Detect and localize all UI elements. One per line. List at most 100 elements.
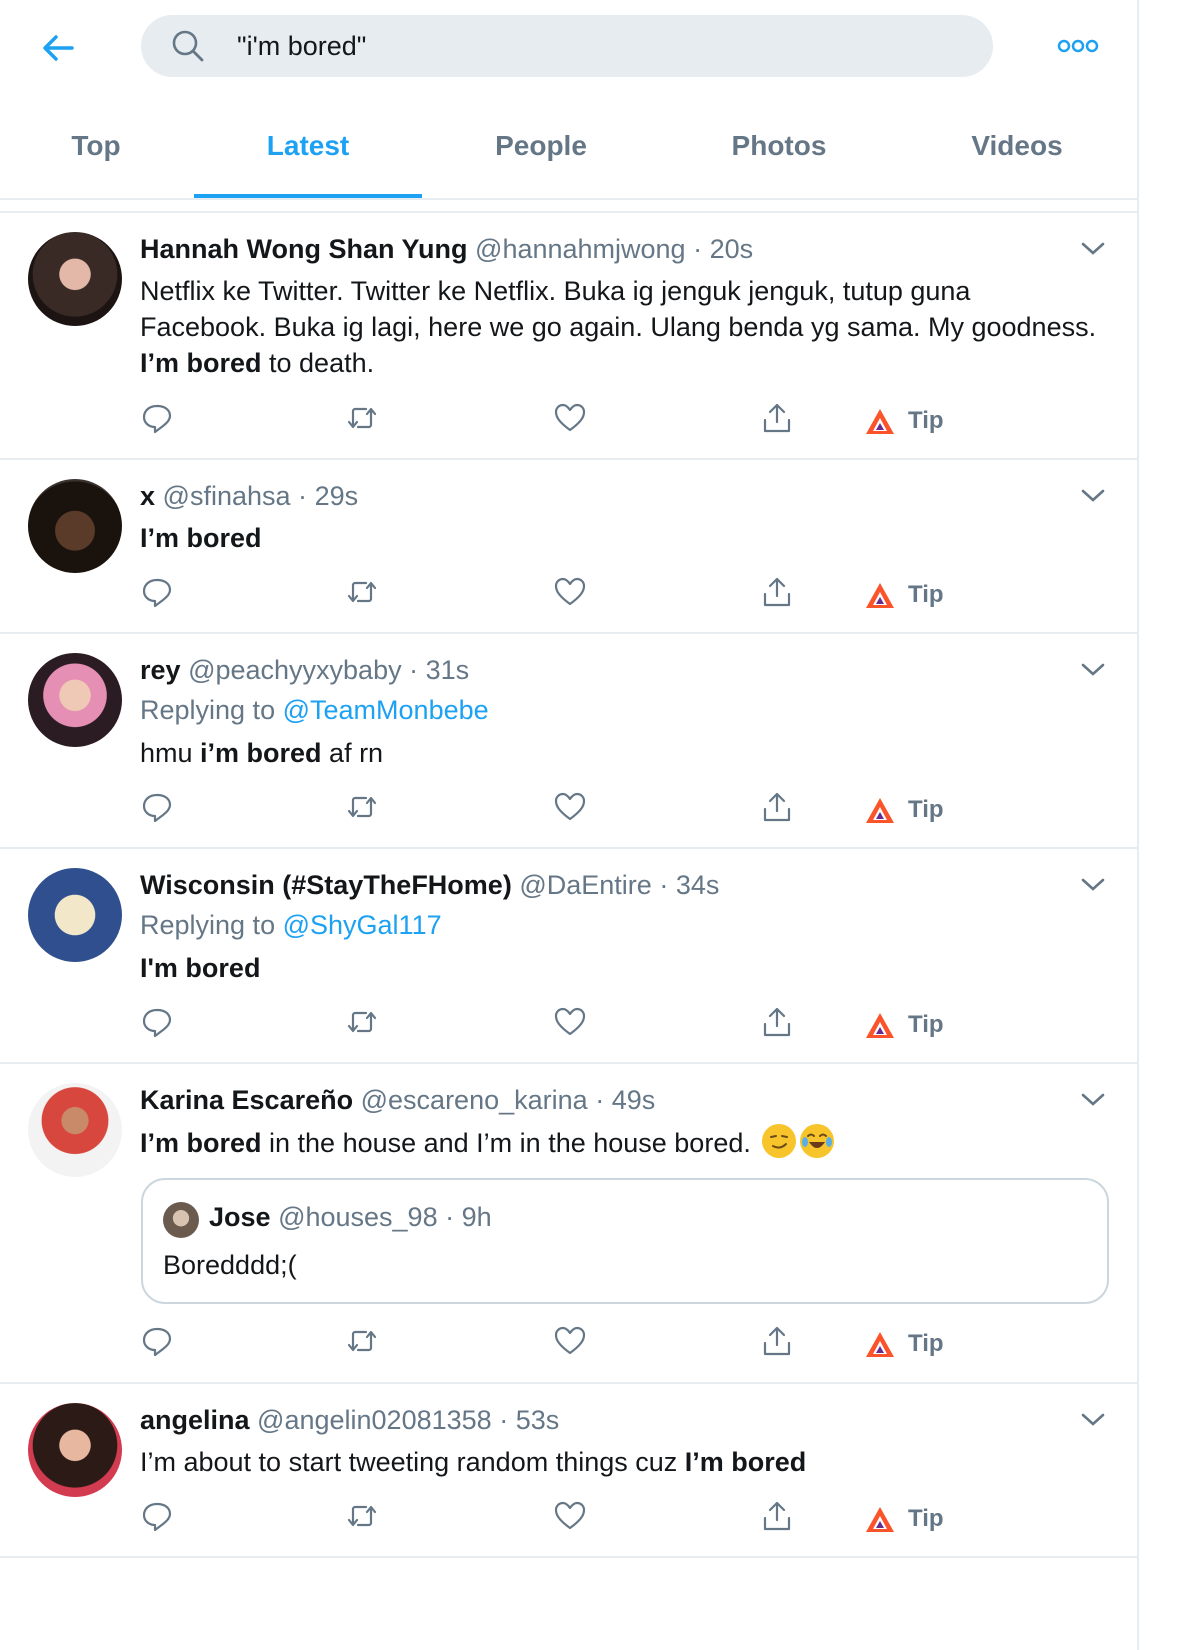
quoted-user-handle[interactable]: @houses_98 (278, 1202, 438, 1232)
tweet-text-line: I’m bored to death. (140, 345, 1096, 381)
tab-photos[interactable]: Photos (700, 92, 858, 198)
chevron-down-icon[interactable] (1080, 240, 1106, 258)
timestamp[interactable]: 31s (426, 655, 470, 685)
display-name[interactable]: angelina (140, 1405, 250, 1435)
chevron-down-icon[interactable] (1080, 487, 1106, 505)
reply-button[interactable] (140, 1499, 180, 1539)
retweet-icon (347, 1330, 377, 1352)
share-button[interactable] (760, 401, 800, 441)
share-button[interactable] (760, 790, 800, 830)
highlighted-term: I’m bored (140, 348, 262, 378)
heart-icon (554, 1501, 586, 1530)
user-handle[interactable]: @sfinahsa (163, 481, 291, 511)
search-box[interactable]: "i'm bored" (141, 15, 993, 77)
tweet-actions: Tip (0, 1499, 1137, 1539)
timestamp[interactable]: 34s (676, 870, 720, 900)
tweet[interactable]: Hannah Wong Shan Yung @hannahmjwong · 20… (0, 213, 1137, 460)
reply-button[interactable] (140, 790, 180, 830)
like-button[interactable] (553, 790, 593, 830)
tweet-text: Netflix ke Twitter. Twitter ke Netflix. … (140, 273, 1096, 381)
tip-triangle-icon (866, 798, 894, 823)
share-button[interactable] (760, 575, 800, 615)
tweet[interactable]: Wisconsin (#StayTheFHome) @DaEntire · 34… (0, 849, 1137, 1064)
reply-button[interactable] (140, 1324, 180, 1364)
reply-button[interactable] (140, 1005, 180, 1045)
avatar[interactable] (28, 1083, 122, 1177)
tweet[interactable]: Karina Escareño @escareno_karina · 49s I… (0, 1064, 1137, 1384)
highlighted-term: i’m bored (200, 738, 322, 768)
retweet-button[interactable] (345, 1499, 385, 1539)
avatar[interactable] (28, 868, 122, 962)
chevron-down-icon[interactable] (1080, 1411, 1106, 1429)
share-button[interactable] (760, 1324, 800, 1364)
user-handle[interactable]: @angelin02081358 (257, 1405, 492, 1435)
smirking-face-icon (770, 1135, 789, 1149)
chevron-down-icon[interactable] (1080, 1091, 1106, 1109)
retweet-button[interactable] (345, 790, 385, 830)
heart-icon (554, 577, 586, 606)
tab-latest[interactable]: Latest (194, 92, 422, 198)
user-handle[interactable]: @hannahmjwong (475, 234, 686, 264)
tab-top[interactable]: Top (30, 92, 162, 198)
user-handle[interactable]: @DaEntire (519, 870, 651, 900)
tip-label: Tip (908, 1011, 944, 1038)
retweet-icon (347, 581, 377, 603)
chevron-down-icon[interactable] (1080, 876, 1106, 894)
reply-icon (142, 1502, 172, 1532)
tweet[interactable]: angelina @angelin02081358 · 53s I’m abou… (0, 1384, 1137, 1558)
retweet-button[interactable] (345, 1324, 385, 1364)
tweet[interactable]: rey @peachyyxybaby · 31s Replying to @Te… (0, 634, 1137, 849)
reply-mention[interactable]: @TeamMonbebe (283, 695, 489, 725)
retweet-button[interactable] (345, 401, 385, 441)
user-handle[interactable]: @peachyyxybaby (188, 655, 402, 685)
quoted-avatar[interactable] (163, 1202, 199, 1238)
quoted-tweet[interactable]: Jose @houses_98 · 9h Boredddd;( (141, 1178, 1109, 1304)
display-name[interactable]: Wisconsin (#StayTheFHome) (140, 870, 512, 900)
tweet-actions: Tip (0, 1324, 1137, 1364)
reply-mention[interactable]: @ShyGal117 (283, 910, 442, 940)
quoted-display-name[interactable]: Jose (209, 1202, 271, 1232)
more-options-button[interactable] (1056, 36, 1100, 56)
display-name[interactable]: Karina Escareño (140, 1085, 353, 1115)
retweet-button[interactable] (345, 575, 385, 615)
share-button[interactable] (760, 1005, 800, 1045)
timestamp[interactable]: 20s (710, 234, 754, 264)
timestamp[interactable]: 53s (516, 1405, 560, 1435)
tweet[interactable]: x @sfinahsa · 29s I’m bored Tip (0, 460, 1137, 634)
avatar[interactable] (28, 232, 122, 326)
avatar[interactable] (28, 653, 122, 747)
like-button[interactable] (553, 401, 593, 441)
timestamp[interactable]: 29s (315, 481, 359, 511)
tab-people[interactable]: People (460, 92, 622, 198)
avatar[interactable] (28, 479, 122, 573)
tweet-text: I’m bored in the house and I’m in the ho… (140, 1124, 835, 1161)
search-query[interactable]: "i'm bored" (237, 31, 366, 62)
like-button[interactable] (553, 1005, 593, 1045)
tip-label: Tip (908, 407, 944, 434)
display-name[interactable]: x (140, 481, 155, 511)
retweet-button[interactable] (345, 1005, 385, 1045)
separator-dot: · (298, 481, 308, 511)
chevron-down-icon[interactable] (1080, 661, 1106, 679)
replying-to-label: Replying to (140, 910, 276, 940)
avatar[interactable] (28, 1403, 122, 1497)
tab-videos[interactable]: Videos (940, 92, 1094, 198)
back-button[interactable] (38, 28, 78, 68)
like-button[interactable] (553, 1324, 593, 1364)
timestamp[interactable]: 49s (612, 1085, 656, 1115)
user-handle[interactable]: @escareno_karina (361, 1085, 588, 1115)
display-name[interactable]: rey (140, 655, 181, 685)
reply-button[interactable] (140, 575, 180, 615)
reply-button[interactable] (140, 401, 180, 441)
display-name[interactable]: Hannah Wong Shan Yung (140, 234, 468, 264)
share-icon (763, 577, 791, 607)
share-button[interactable] (760, 1499, 800, 1539)
scrollbar-track[interactable] (1137, 0, 1139, 1650)
tweet-text: I’m about to start tweeting random thing… (140, 1444, 806, 1480)
search-tabs: Top Latest People Photos Videos (0, 92, 1137, 200)
like-button[interactable] (553, 575, 593, 615)
quoted-timestamp[interactable]: 9h (462, 1202, 492, 1232)
tweet-actions: Tip (0, 1005, 1137, 1045)
more-dots-icon (1057, 39, 1099, 53)
like-button[interactable] (553, 1499, 593, 1539)
